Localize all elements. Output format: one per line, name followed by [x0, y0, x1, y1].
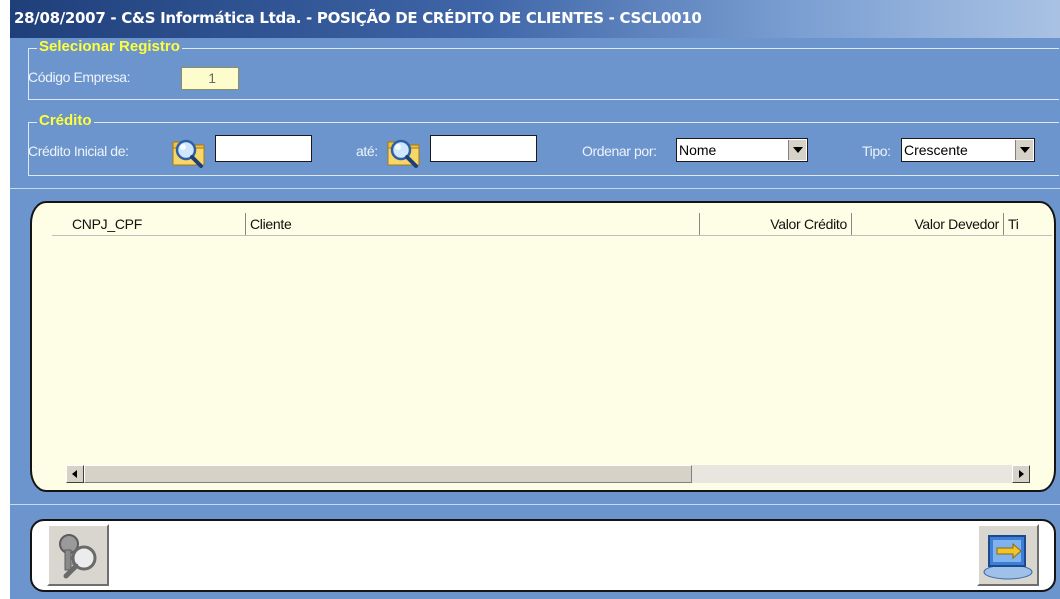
- credit-grid[interactable]: CNPJ_CPF Cliente Valor Crédito Valor Dev…: [30, 201, 1056, 492]
- tipo-select[interactable]: Crescente: [901, 138, 1035, 162]
- scroll-left-button[interactable]: [66, 465, 84, 483]
- key-magnifier-icon: [59, 534, 97, 579]
- separator-line: [10, 188, 1060, 189]
- title-bar: 28/08/2007 - C&S Informática Ltda. - POS…: [10, 0, 1060, 38]
- arrow-left-icon: [72, 470, 77, 478]
- grid-header: CNPJ_CPF Cliente Valor Crédito Valor Dev…: [52, 213, 1052, 236]
- folder-search-icon[interactable]: [385, 134, 423, 168]
- credito-inicial-label: Crédito Inicial de:: [28, 143, 129, 159]
- tipo-value: Crescente: [904, 142, 968, 158]
- scroll-right-button[interactable]: [1012, 465, 1030, 483]
- separator-line: [10, 504, 1060, 505]
- ordenar-por-label: Ordenar por:: [582, 143, 657, 159]
- column-header-cliente[interactable]: Cliente: [246, 213, 700, 235]
- credito-inicial-field[interactable]: [215, 135, 312, 162]
- codigo-empresa-label: Código Empresa:: [28, 69, 131, 85]
- ordenar-por-select[interactable]: Nome: [676, 138, 808, 162]
- folder-search-icon[interactable]: [170, 134, 208, 168]
- tipo-label: Tipo:: [862, 143, 891, 159]
- codigo-empresa-field[interactable]: 1: [181, 67, 239, 90]
- exit-button[interactable]: [977, 524, 1039, 586]
- outer-left-margin: [0, 0, 10, 599]
- scroll-thumb[interactable]: [84, 465, 692, 483]
- horizontal-scrollbar[interactable]: [66, 465, 1030, 483]
- chevron-down-icon[interactable]: [1015, 140, 1033, 160]
- credito-legend: Crédito: [37, 112, 94, 129]
- ordenar-por-value: Nome: [679, 142, 717, 158]
- window-title: 28/08/2007 - C&S Informática Ltda. - POS…: [14, 9, 702, 27]
- exit-door-icon: [983, 535, 1033, 580]
- column-header-tipo[interactable]: Ti: [1004, 213, 1044, 235]
- arrow-right-icon: [1019, 470, 1024, 478]
- query-button[interactable]: [47, 524, 109, 586]
- bottom-toolbar: [30, 519, 1056, 592]
- selecionar-registro-legend: Selecionar Registro: [37, 38, 182, 55]
- column-header-valor-devedor[interactable]: Valor Devedor: [852, 213, 1004, 235]
- credito-ate-field[interactable]: [430, 135, 537, 162]
- column-header-cnpj[interactable]: CNPJ_CPF: [52, 213, 246, 235]
- ate-label: até:: [356, 143, 378, 159]
- chevron-down-icon[interactable]: [788, 140, 806, 160]
- column-header-valor-credito[interactable]: Valor Crédito: [700, 213, 852, 235]
